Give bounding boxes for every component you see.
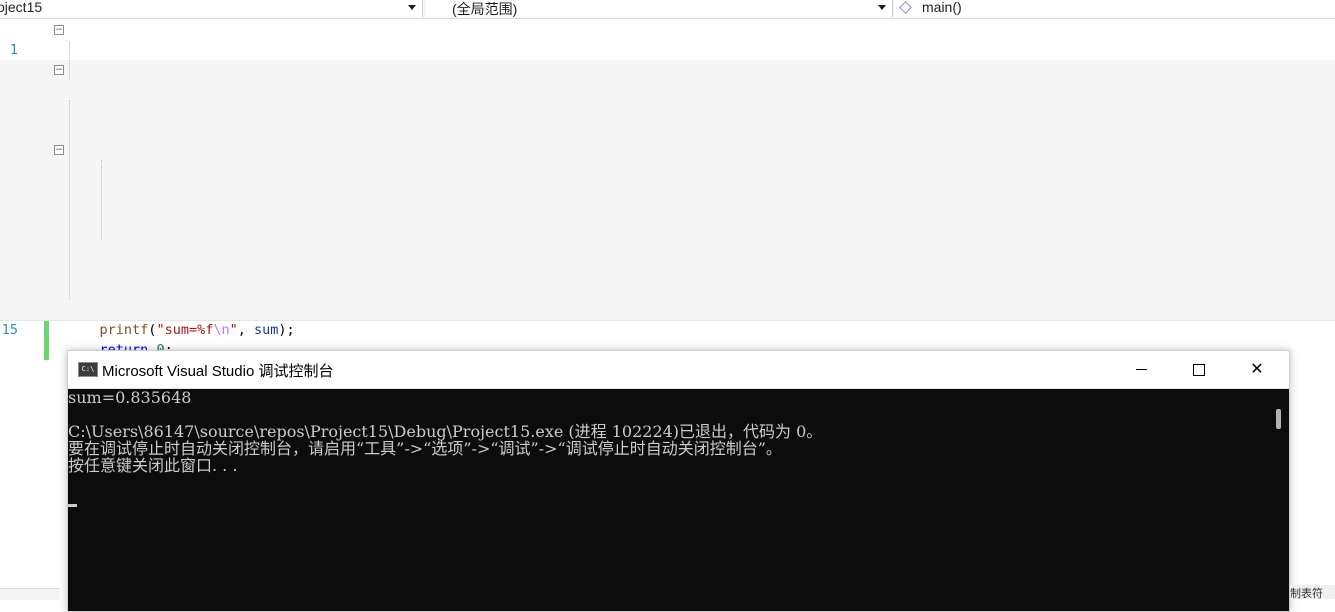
code-line[interactable]: 4 { xyxy=(0,80,1335,158)
status-bar-text: 制表符 xyxy=(1290,585,1335,599)
code-line[interactable]: 14 return 0; xyxy=(0,280,1335,358)
code-editor[interactable]: 1 − #include<stdio.h> 2 #include<math.h>… xyxy=(0,20,1335,378)
close-icon: ✕ xyxy=(1250,361,1264,378)
minimize-icon xyxy=(1135,369,1147,371)
text-cursor xyxy=(68,504,77,507)
console-line: 按任意键关闭此窗口. . . xyxy=(68,456,238,475)
code-line[interactable]: 7 − while (fabs(item) >= 1e-6) { xyxy=(0,140,1335,238)
code-line[interactable]: 15 } xyxy=(0,300,1335,378)
navigation-bar: oject15 (全局范围) main() xyxy=(0,0,1335,19)
change-indicator xyxy=(44,340,49,360)
scope-dropdown-value: (全局范围) xyxy=(452,1,518,17)
line-number: 15 xyxy=(1,322,18,338)
maximize-button[interactable] xyxy=(1170,351,1228,388)
code-line[interactable]: 5 double sum, item, flag, denominator; xyxy=(0,100,1335,178)
function-dropdown[interactable]: main() xyxy=(894,0,1335,17)
minimize-button[interactable] xyxy=(1112,351,1170,388)
code-text: printf("sum=%f\n", sum); xyxy=(99,322,295,338)
code-line[interactable]: 3 − int main() xyxy=(0,60,1335,158)
fold-toggle-icon[interactable]: − xyxy=(54,25,64,35)
console-scrollbar[interactable] xyxy=(1269,389,1289,611)
fold-toggle-icon[interactable]: − xyxy=(54,65,64,75)
console-output: sum=0.835648 C:\Users\86147\source\repos… xyxy=(68,389,1268,474)
project-dropdown-value: oject15 xyxy=(0,0,43,15)
bottom-panel-edge xyxy=(0,588,60,600)
console-line: sum=0.835648 xyxy=(68,388,192,407)
code-line[interactable]: 8 sum = sum + item; xyxy=(0,160,1335,238)
editor-divider xyxy=(0,320,1335,321)
code-line[interactable]: 10 denominator = denominator + 3; xyxy=(0,200,1335,278)
close-button[interactable]: ✕ xyxy=(1228,351,1286,388)
console-app-icon: C:\ xyxy=(78,362,98,377)
indent-guide xyxy=(101,160,102,240)
indent-guide xyxy=(69,42,70,80)
console-line: C:\Users\86147\source\repos\Project15\De… xyxy=(68,422,823,441)
cube-icon xyxy=(899,1,912,14)
scrollbar-thumb[interactable] xyxy=(1276,409,1281,429)
chevron-down-icon[interactable] xyxy=(408,5,416,10)
console-title-bar[interactable]: C:\ Microsoft Visual Studio 调试控制台 ✕ xyxy=(68,351,1289,389)
console-line: 要在调试停止时自动关闭控制台，请启用“工具”->“选项”->“调试”->“调试停… xyxy=(68,439,782,458)
code-line[interactable]: 6 sum = 0; item = 1; flag = 1; denominat… xyxy=(0,120,1335,198)
code-line[interactable]: 12 } xyxy=(0,240,1335,318)
code-line[interactable]: 13 printf("sum=%f\n", sum); xyxy=(0,260,1335,338)
fold-toggle-icon[interactable]: − xyxy=(54,145,64,155)
project-dropdown[interactable]: oject15 xyxy=(0,0,423,17)
change-indicator xyxy=(44,320,49,340)
indent-guide xyxy=(69,100,70,300)
code-line[interactable]: 11 item = flag / denominator; xyxy=(0,220,1335,298)
code-line[interactable]: 2 #include<math.h> xyxy=(0,40,1335,98)
maximize-icon xyxy=(1193,363,1205,376)
function-dropdown-value: main() xyxy=(922,0,962,15)
code-line[interactable]: 1 − #include<stdio.h> xyxy=(0,20,1335,98)
console-title: Microsoft Visual Studio 调试控制台 xyxy=(102,363,334,380)
debug-console-window[interactable]: C:\ Microsoft Visual Studio 调试控制台 ✕ sum=… xyxy=(67,350,1290,612)
code-line[interactable]: 9 flag = -flag; xyxy=(0,180,1335,258)
scope-dropdown[interactable]: (全局范围) xyxy=(426,0,893,17)
chevron-down-icon[interactable] xyxy=(878,5,886,10)
